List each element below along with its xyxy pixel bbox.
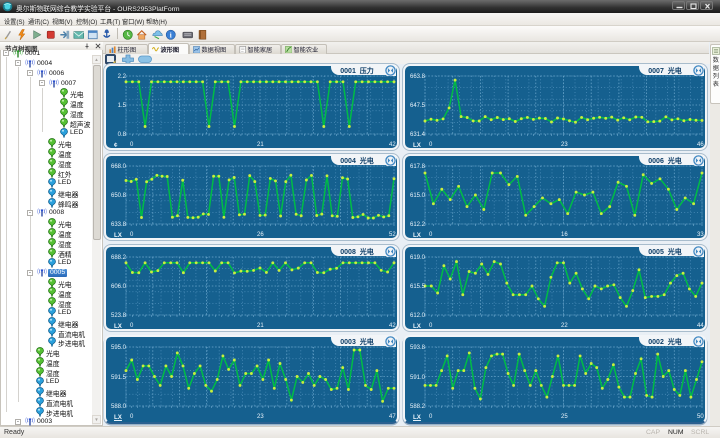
svg-text:i: i	[170, 31, 172, 39]
